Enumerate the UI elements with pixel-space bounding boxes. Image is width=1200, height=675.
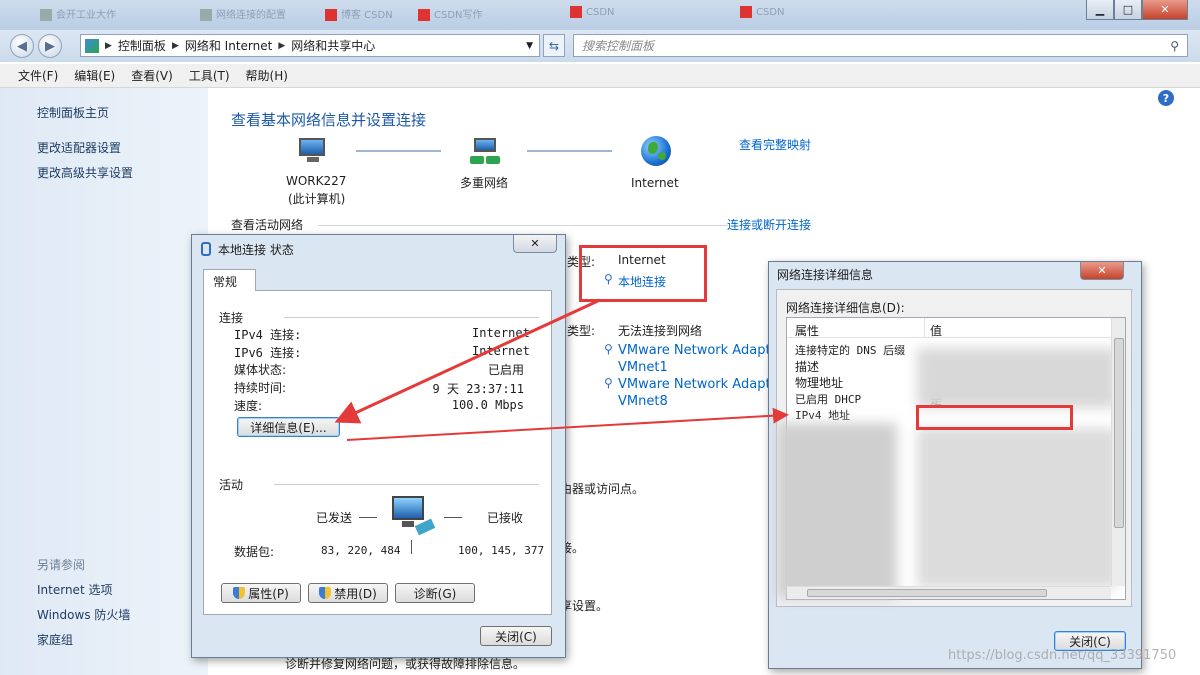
annotation-arrows bbox=[334, 298, 789, 441]
annotation-arrow bbox=[346, 407, 789, 441]
watermark: https://blog.csdn.net/qq_33391750 bbox=[948, 648, 1177, 663]
annotation-arrow bbox=[334, 298, 601, 424]
